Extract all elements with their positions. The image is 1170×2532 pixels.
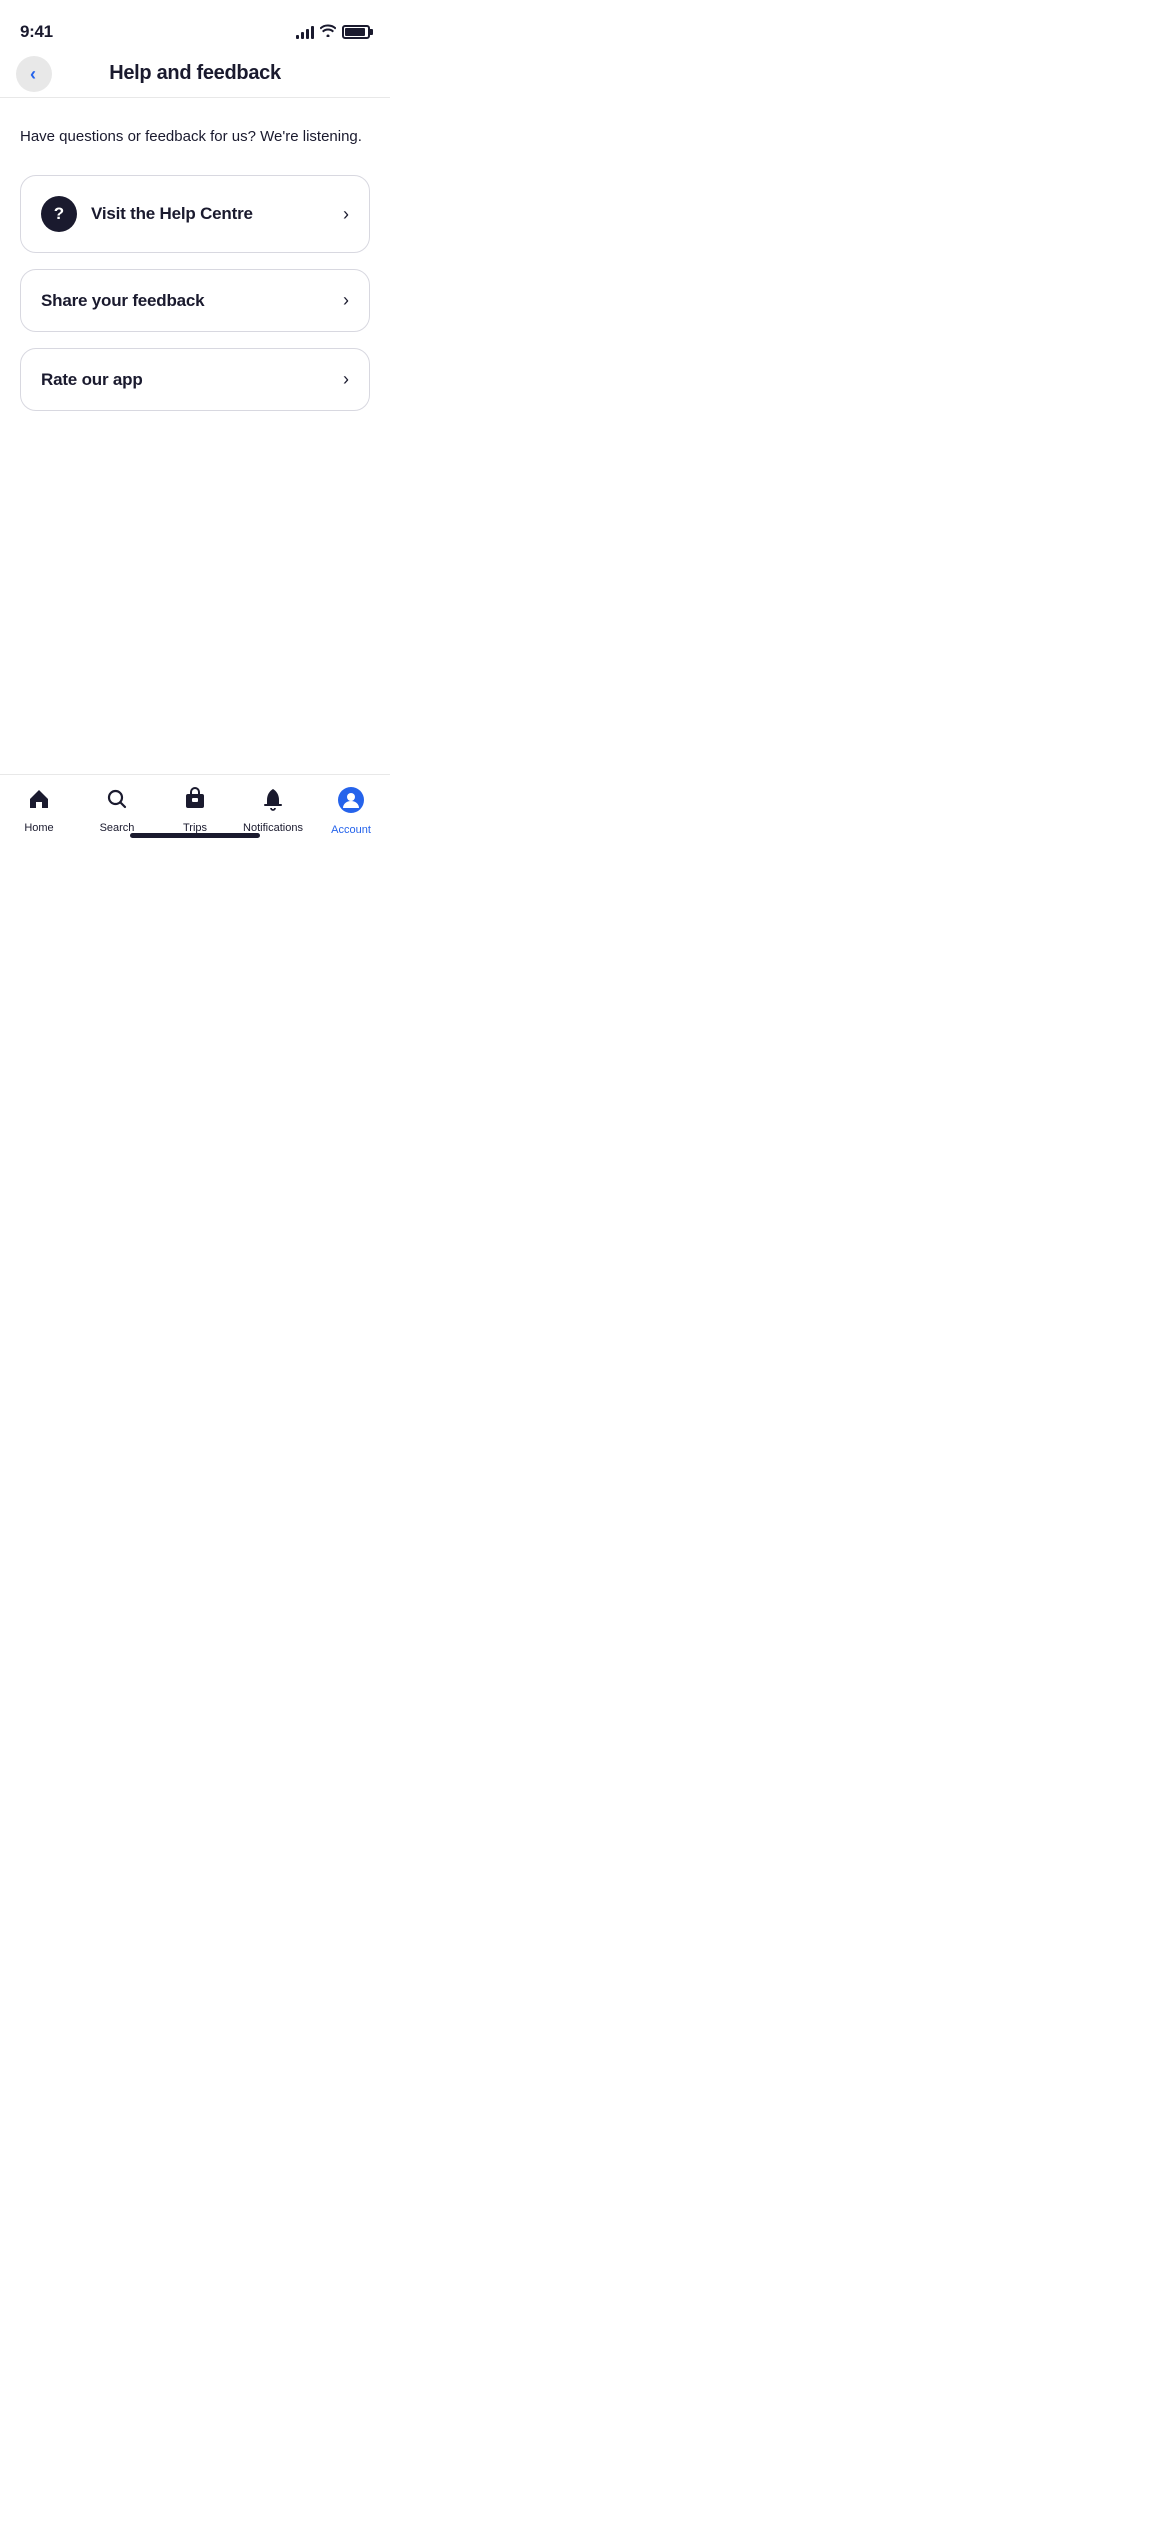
share-feedback-label: Share your feedback — [41, 291, 204, 311]
status-icons — [296, 24, 370, 40]
battery-icon — [342, 25, 370, 39]
page-title: Help and feedback — [109, 62, 281, 85]
nav-item-trips[interactable]: Trips — [165, 787, 225, 834]
chevron-right-icon: › — [343, 290, 349, 311]
trips-icon — [183, 787, 207, 818]
home-indicator — [130, 833, 260, 838]
share-feedback-item[interactable]: Share your feedback › — [20, 269, 370, 332]
visit-help-centre-label: Visit the Help Centre — [91, 204, 253, 224]
nav-home-label: Home — [24, 822, 53, 834]
nav-item-home[interactable]: Home — [9, 787, 69, 834]
rate-app-item[interactable]: Rate our app › — [20, 348, 370, 411]
home-icon — [27, 787, 51, 818]
wifi-icon — [320, 24, 336, 40]
menu-item-left: Share your feedback — [41, 291, 204, 311]
visit-help-centre-item[interactable]: ? Visit the Help Centre › — [20, 175, 370, 253]
chevron-right-icon: › — [343, 369, 349, 390]
notifications-icon — [261, 787, 285, 818]
help-circle-icon: ? — [41, 196, 77, 232]
nav-item-account[interactable]: Account — [321, 787, 381, 836]
menu-item-left: ? Visit the Help Centre — [41, 196, 253, 232]
main-content: Have questions or feedback for us? We're… — [0, 98, 390, 411]
chevron-right-icon: › — [343, 204, 349, 225]
back-chevron-icon: ‹ — [30, 65, 36, 83]
nav-search-label: Search — [100, 822, 135, 834]
status-bar: 9:41 — [0, 0, 390, 50]
signal-icon — [296, 25, 314, 39]
nav-header: ‹ Help and feedback — [0, 50, 390, 98]
search-icon — [105, 787, 129, 818]
nav-account-label: Account — [331, 824, 371, 836]
rate-app-label: Rate our app — [41, 370, 143, 390]
status-time: 9:41 — [20, 22, 53, 42]
menu-item-left: Rate our app — [41, 370, 143, 390]
nav-item-notifications[interactable]: Notifications — [243, 787, 303, 834]
account-icon — [338, 787, 364, 820]
subtitle-text: Have questions or feedback for us? We're… — [20, 126, 370, 147]
nav-item-search[interactable]: Search — [87, 787, 147, 834]
back-button[interactable]: ‹ — [16, 56, 52, 92]
